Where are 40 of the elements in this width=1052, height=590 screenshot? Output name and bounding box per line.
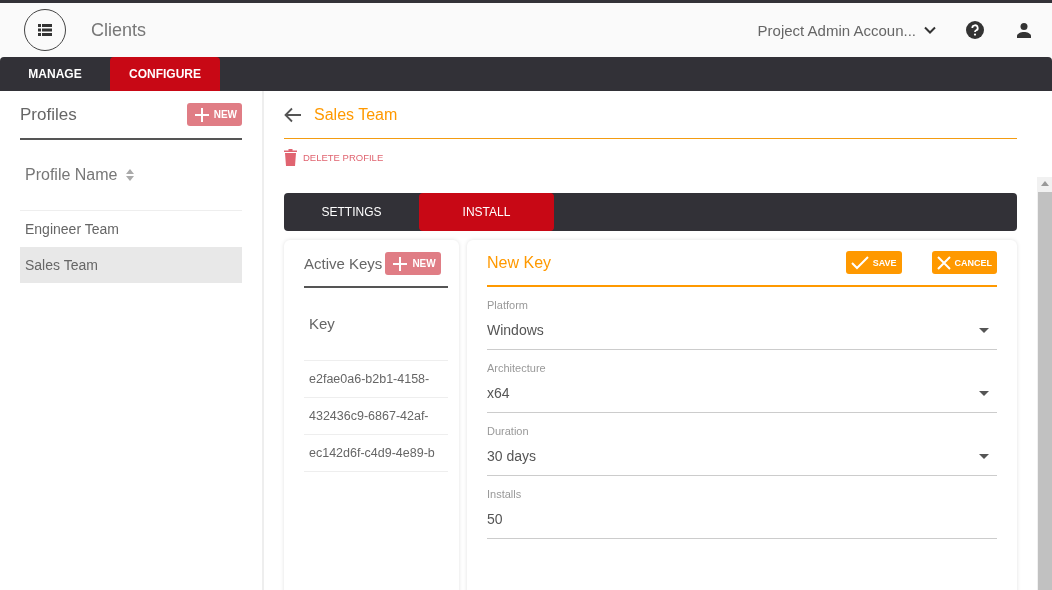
column-header[interactable]: Profile Name	[25, 166, 118, 184]
input-field[interactable]: 50	[487, 500, 997, 539]
trash-icon	[284, 148, 297, 166]
list-icon	[38, 24, 52, 36]
field-label: Installs	[487, 488, 523, 500]
nav-tab[interactable]: CONFIGURE	[110, 57, 220, 91]
close-icon	[936, 255, 951, 270]
card-title: New Key	[487, 253, 553, 272]
select-field[interactable]: 30 days	[487, 437, 997, 476]
plus-icon	[194, 107, 209, 122]
select-field[interactable]: x64	[487, 374, 997, 413]
field-label: Architecture	[487, 362, 547, 374]
dropdown-caret-icon	[979, 453, 989, 459]
menu-button[interactable]	[24, 9, 66, 51]
sidebar-title: Profiles	[20, 104, 77, 125]
delete-profile-link[interactable]: DELETE PROFILE	[284, 147, 384, 167]
profile-row[interactable]: Engineer Team	[20, 211, 242, 247]
page-title: Clients	[91, 19, 147, 41]
key-cell: ec142d6f-c4d9-4e89-b	[304, 435, 448, 472]
plus-icon	[393, 256, 408, 271]
column-header: Key	[304, 288, 448, 361]
user-icon[interactable]	[1016, 22, 1032, 38]
select-field[interactable]: Windows	[487, 311, 997, 350]
check-icon	[850, 255, 869, 270]
field-label: Duration	[487, 425, 530, 437]
key-cell: 432436c9-6867-42af-	[304, 398, 448, 435]
nav-tab[interactable]: MANAGE	[0, 57, 110, 91]
back-arrow-icon[interactable]	[284, 107, 302, 123]
section-tab[interactable]: SETTINGS	[284, 193, 419, 231]
help-icon[interactable]	[966, 21, 984, 39]
profile-row[interactable]: Sales Team	[20, 247, 242, 283]
account-dropdown[interactable]: Project Admin Accoun...	[757, 21, 936, 39]
chevron-down-icon	[924, 26, 936, 34]
card-title: Active Keys	[304, 255, 383, 272]
section-tab[interactable]: INSTALL	[419, 193, 554, 231]
profile-title: Sales Team	[314, 106, 398, 124]
key-cell: e2fae0a6-b2b1-4158-	[304, 361, 448, 398]
dropdown-caret-icon	[979, 390, 989, 396]
dropdown-caret-icon	[979, 327, 989, 333]
field-label: Platform	[487, 299, 529, 311]
